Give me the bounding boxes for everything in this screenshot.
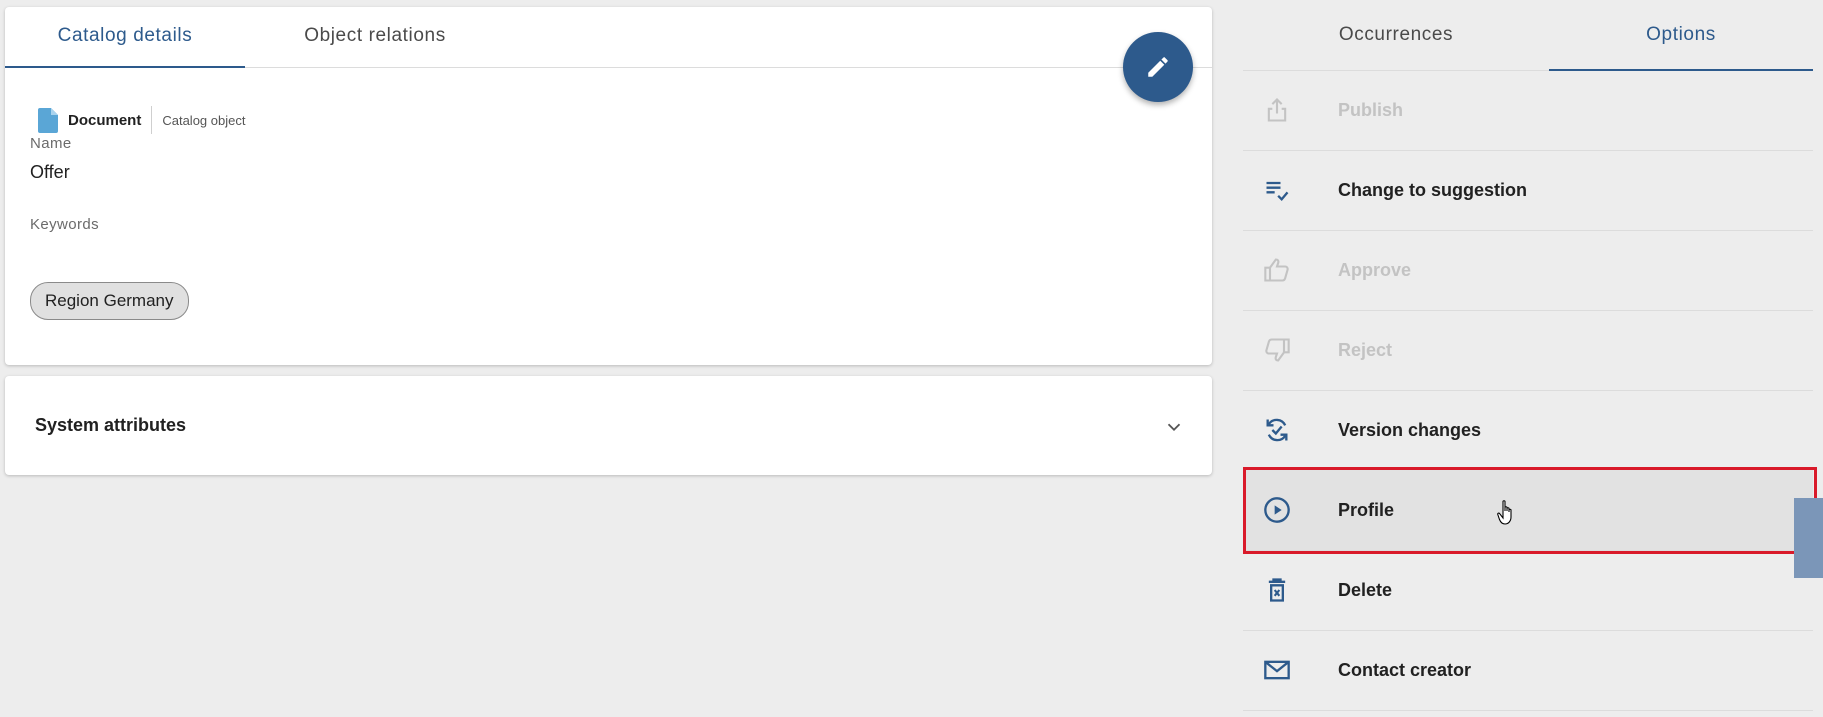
option-reject-label: Reject <box>1338 340 1393 360</box>
keywords-label: Keywords <box>30 216 100 233</box>
tab-options-label: Options <box>1646 24 1716 45</box>
option-approve[interactable]: Approve <box>1243 230 1813 311</box>
tab-catalog-details-label: Catalog details <box>57 25 193 46</box>
hand-cursor-icon <box>1497 500 1512 525</box>
tab-object-relations-label: Object relations <box>304 25 446 46</box>
name-value: Offer <box>30 162 70 182</box>
mail-icon <box>1264 660 1290 680</box>
option-profile-label: Profile <box>1338 500 1395 520</box>
option-profile[interactable]: Profile <box>1243 470 1813 551</box>
keyword-chip[interactable]: Region Germany <box>30 282 189 320</box>
thumb-down-icon <box>1265 338 1290 362</box>
tab-catalog-details[interactable]: Catalog details <box>5 7 245 68</box>
system-attributes-panel[interactable]: System attributes <box>5 376 1212 475</box>
option-contact-creator-label: Contact creator <box>1338 660 1472 680</box>
thumb-up-icon <box>1264 258 1289 282</box>
option-delete[interactable]: Delete <box>1243 550 1813 631</box>
edit-button[interactable] <box>1123 32 1193 102</box>
document-icon <box>38 107 58 133</box>
type-divider <box>151 106 153 134</box>
catalog-details-card: Catalog details Object relations Documen… <box>5 7 1212 365</box>
option-contact-creator[interactable]: Contact creator <box>1243 630 1813 711</box>
tab-options[interactable]: Options <box>1549 0 1813 71</box>
chevron-down-icon <box>1167 423 1181 432</box>
system-attributes-title: System attributes <box>35 415 187 435</box>
play-circle-icon <box>1264 497 1290 523</box>
option-version-changes-label: Version changes <box>1338 420 1482 440</box>
delete-icon <box>1268 578 1286 602</box>
option-change-to-suggestion[interactable]: Change to suggestion <box>1243 150 1813 231</box>
option-reject[interactable]: Reject <box>1243 310 1813 391</box>
option-change-to-suggestion-label: Change to suggestion <box>1338 180 1527 200</box>
name-label: Name <box>30 135 72 152</box>
active-tab-indicator <box>5 66 245 68</box>
share-icon <box>1267 98 1287 122</box>
side-panel-tab[interactable] <box>1794 498 1823 578</box>
option-publish[interactable]: Publish <box>1243 70 1813 151</box>
option-approve-label: Approve <box>1338 260 1412 280</box>
tab-object-relations[interactable]: Object relations <box>245 7 505 67</box>
option-delete-label: Delete <box>1338 580 1393 600</box>
tab-occurrences[interactable]: Occurrences <box>1243 0 1549 70</box>
option-publish-label: Publish <box>1338 100 1404 120</box>
left-tab-bar: Catalog details Object relations <box>5 7 1212 68</box>
sync-check-icon <box>1266 418 1288 442</box>
object-kind-label: Catalog object <box>162 112 246 128</box>
object-type-row: Document Catalog object <box>38 105 245 135</box>
object-type-label: Document <box>68 111 142 129</box>
option-version-changes[interactable]: Version changes <box>1243 390 1813 471</box>
right-tab-bar: Occurrences Options <box>1243 0 1813 71</box>
tab-occurrences-label: Occurrences <box>1338 24 1454 45</box>
playlist-check-icon <box>1266 181 1289 202</box>
pencil-icon <box>1148 57 1168 77</box>
